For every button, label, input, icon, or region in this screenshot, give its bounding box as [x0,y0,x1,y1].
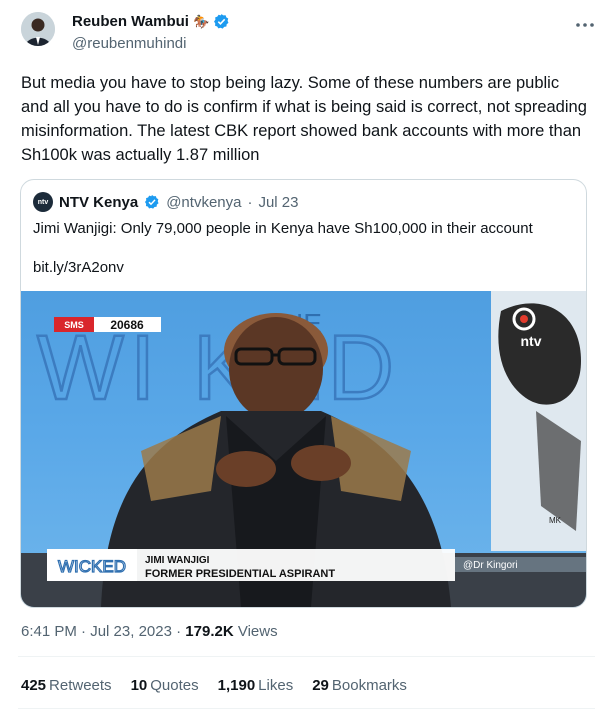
svg-text:MK: MK [549,516,562,525]
tweet-text: But media you have to stop being lazy. S… [21,74,587,164]
meta-separator: · [81,623,87,640]
bookmarks-stat[interactable]: 29 Bookmarks [312,677,407,694]
quoted-tweet-date[interactable]: Jul 23 [258,194,298,211]
verified-badge-icon [145,195,159,209]
quotes-label: Quotes [150,677,199,694]
verified-badge-icon [214,14,229,29]
guest-name: JIMI WANJIGI [145,555,210,566]
quoted-tweet-header: ntv NTV Kenya @ntvkenya · Jul 23 [33,192,299,212]
sms-number: 20686 [110,318,144,332]
engagement-stats: 425 Retweets 10 Quotes 1,190 Likes 29 Bookma… [21,677,407,694]
author-handle[interactable]: @reubenmuhindi [72,35,186,52]
quoted-meta-separator: · [247,193,253,211]
svg-text:ntv: ntv [521,333,542,349]
views-count[interactable]: 179.2K [185,623,233,640]
author-avatar[interactable] [21,12,55,46]
wicked-lower-logo-text: WICKED [58,557,126,576]
meta-separator: · [176,623,182,640]
more-options-icon[interactable] [575,12,595,33]
tweet-time[interactable]: 6:41 PM [21,623,77,640]
background-title: WI KED [37,317,400,419]
views-label: Views [237,623,278,640]
author-name-row[interactable]: Reuben Wambui 🏇 [72,13,230,30]
quoted-tweet-link[interactable]: bit.ly/3rA2onv [33,259,124,276]
likes-stat[interactable]: 1,190 Likes [218,677,294,694]
quotes-stat[interactable]: 10 Quotes [131,677,199,694]
quoted-tweet[interactable]: ntv NTV Kenya @ntvkenya · Jul 23 Jimi Wa… [20,179,587,608]
likes-count: 1,190 [217,677,256,694]
divider [18,708,595,709]
retweets-stat[interactable]: 425 Retweets [21,677,112,694]
retweets-label: Retweets [49,677,112,694]
guest-title: FORMER PRESIDENTIAL ASPIRANT [145,568,335,580]
artist-credit: @Dr Kingori [463,560,518,571]
likes-label: Likes [258,677,294,694]
sms-label: SMS [64,320,84,330]
tweet-date[interactable]: Jul 23, 2023 [90,623,172,640]
tweet: Reuben Wambui 🏇 @reubenmuhindi But media… [0,0,613,711]
quoted-author-name[interactable]: NTV Kenya [59,194,138,211]
quoted-author-avatar[interactable]: ntv [33,192,53,212]
bookmarks-count: 29 [312,677,329,694]
quotes-count: 10 [130,677,148,694]
bookmarks-label: Bookmarks [331,677,407,694]
author-badge-emoji: 🏇 [192,13,210,29]
divider [18,656,595,657]
tweet-timestamp[interactable]: 6:41 PM · Jul 23, 2023 · 179.2K Views [21,623,278,640]
video-thumbnail[interactable]: HE WI KED MK SMS 20686 ntv [21,291,586,607]
retweets-count: 425 [21,677,47,694]
quoted-author-handle[interactable]: @ntvkenya [166,194,241,211]
quoted-tweet-text: Jimi Wanjigi: Only 79,000 people in Keny… [33,220,533,237]
author-name[interactable]: Reuben Wambui [72,13,189,30]
